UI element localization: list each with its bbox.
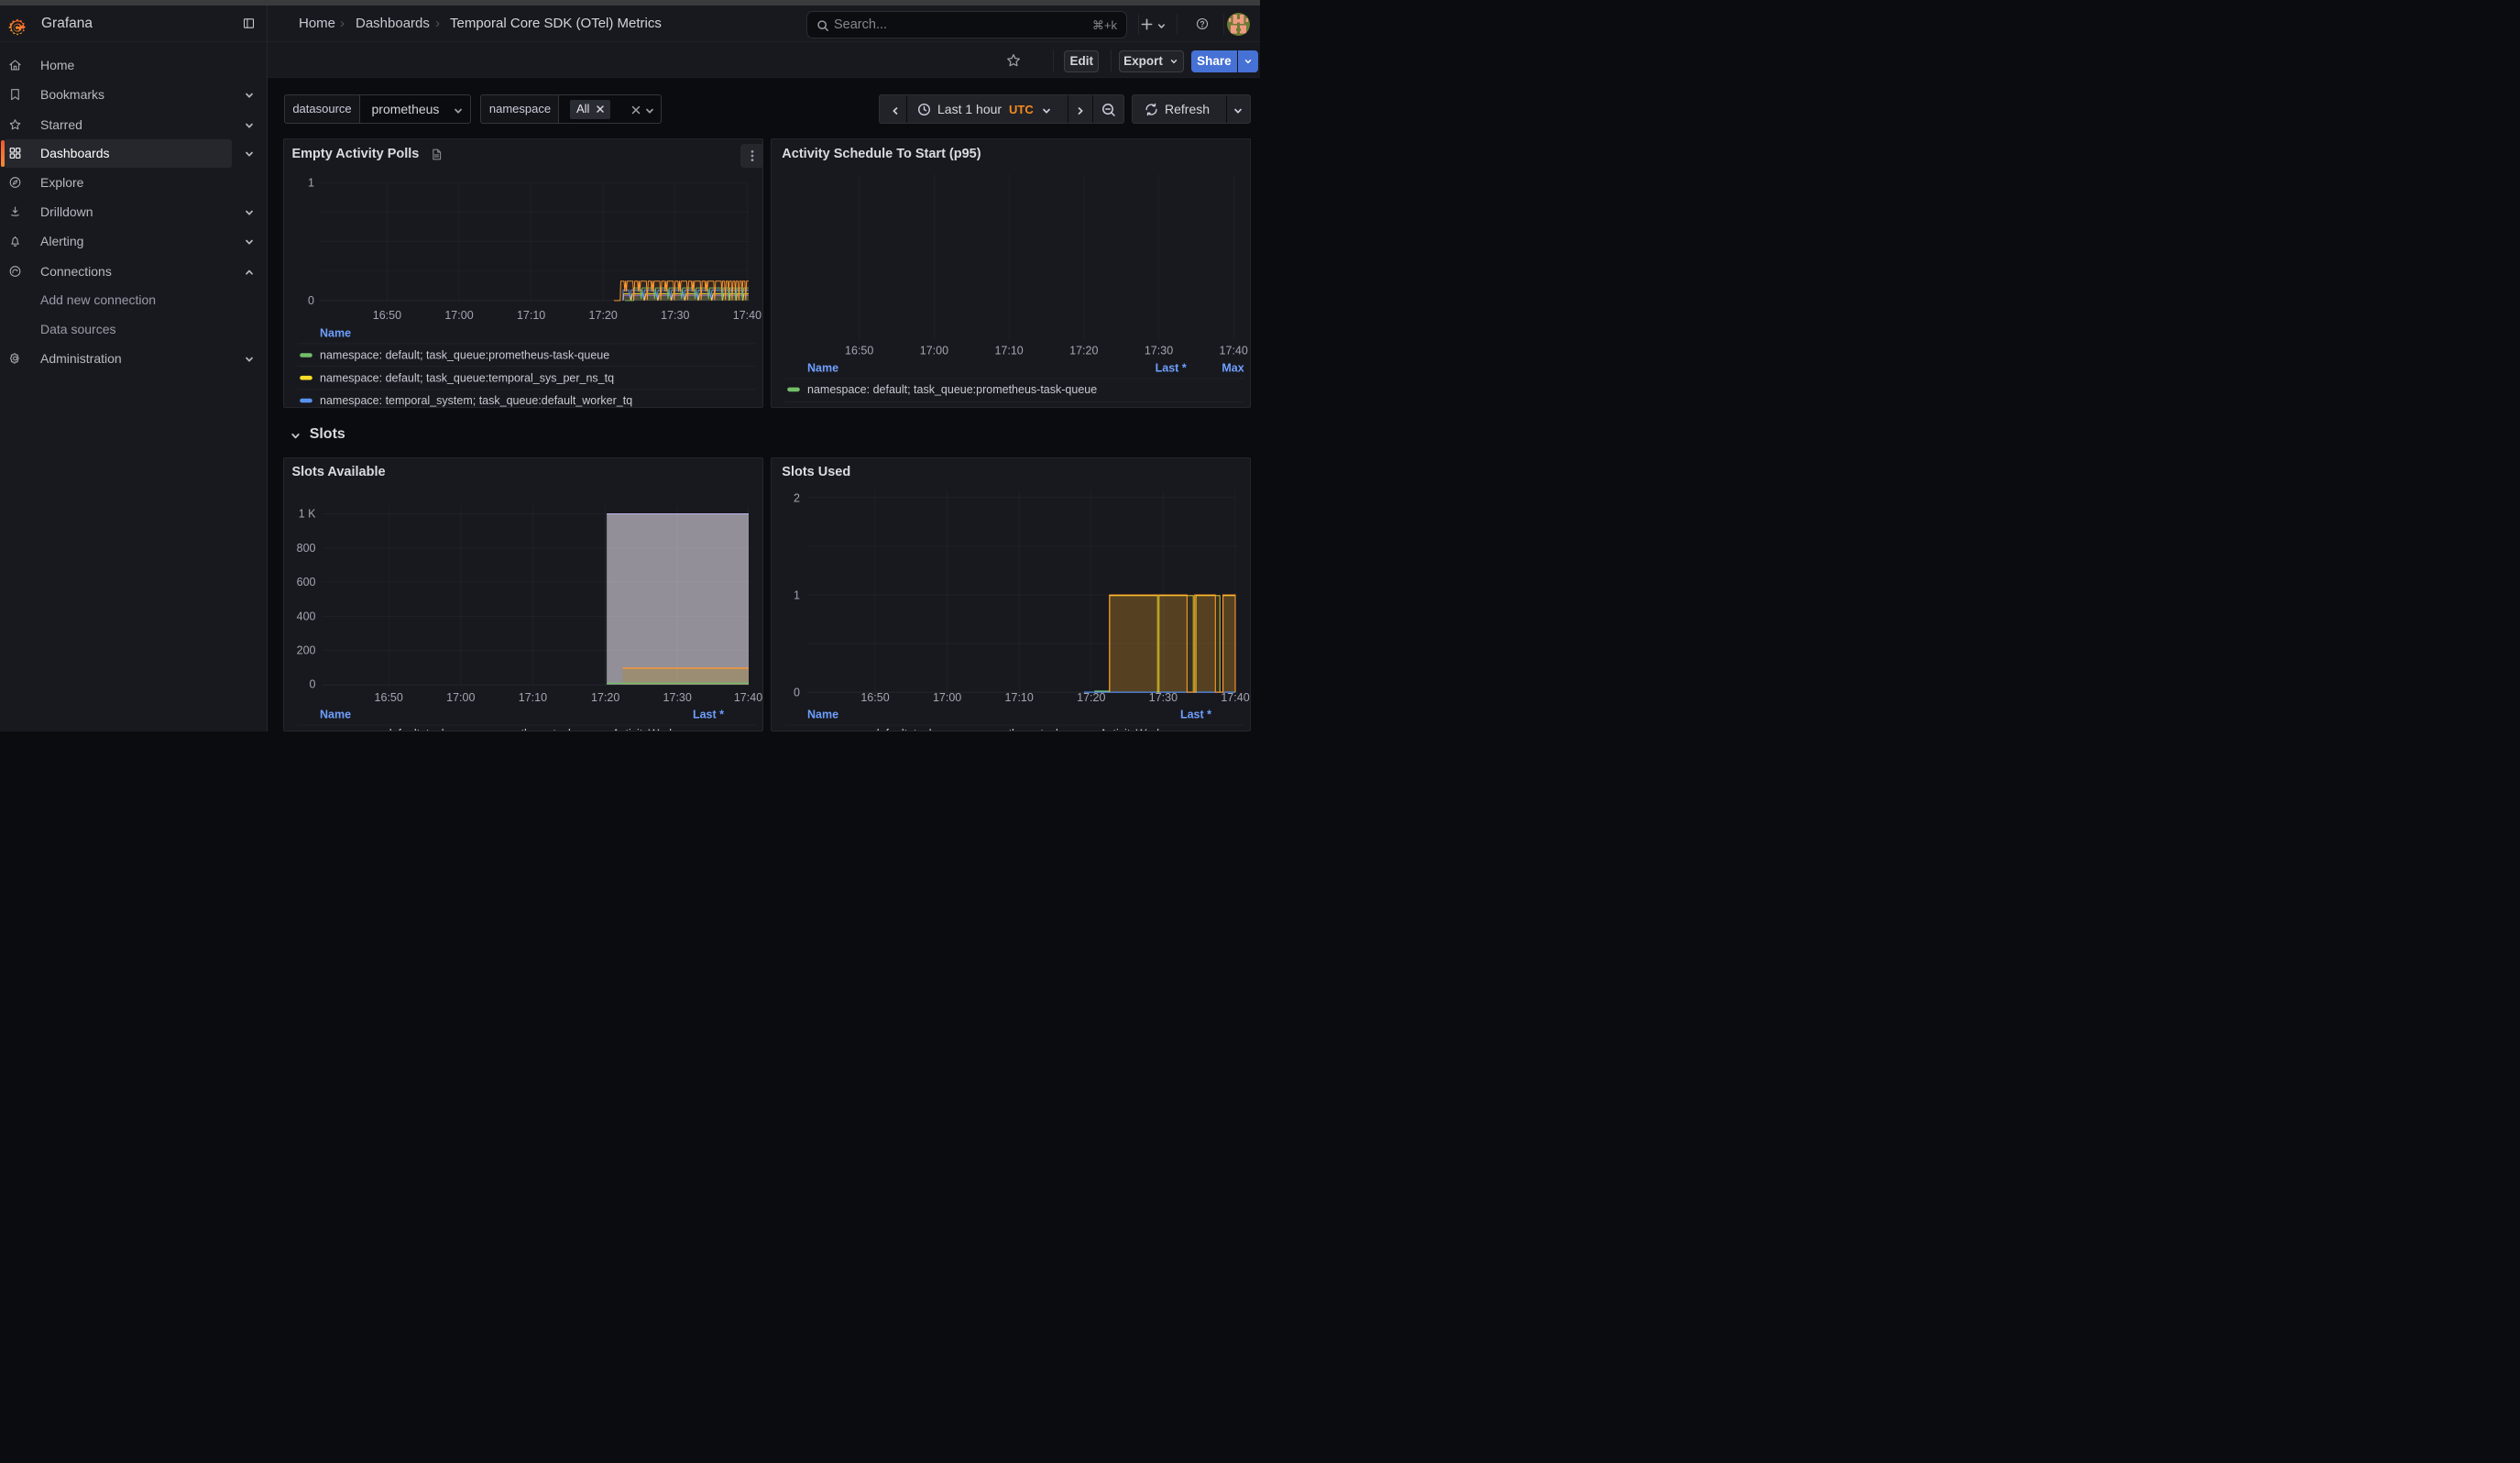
svg-text:17:00: 17:00 — [446, 691, 475, 704]
svg-text:200: 200 — [296, 644, 315, 656]
svg-text:17:20: 17:20 — [1077, 691, 1105, 704]
svg-text:17:10: 17:10 — [995, 345, 1024, 358]
svg-text:2: 2 — [794, 491, 800, 504]
svg-text:600: 600 — [296, 575, 315, 588]
svg-text:17:20: 17:20 — [588, 309, 617, 322]
svg-text:17:40: 17:40 — [1220, 345, 1248, 358]
svg-text:namespace: default; task_queue: namespace: default; task_queue:prometheu… — [320, 349, 609, 362]
svg-text:17:10: 17:10 — [517, 309, 545, 322]
svg-text:1: 1 — [794, 588, 800, 601]
svg-text:17:10: 17:10 — [1005, 691, 1034, 704]
svg-text:namespace: default; task_queue: namespace: default; task_queue:temporal_… — [320, 371, 614, 384]
svg-text:17:00: 17:00 — [444, 309, 473, 322]
svg-text:17:00: 17:00 — [920, 345, 948, 358]
svg-text:namespace: default; task_queue: namespace: default; task_queue:prometheu… — [807, 383, 1097, 396]
svg-text:namespace: default; task_queue: namespace: default; task_queue:prometheu… — [320, 727, 685, 732]
svg-text:Last *: Last * — [693, 708, 724, 720]
svg-text:0: 0 — [308, 294, 314, 307]
svg-text:17:30: 17:30 — [661, 309, 689, 322]
svg-text:Last *: Last * — [1180, 708, 1211, 720]
svg-text:0: 0 — [794, 686, 800, 698]
svg-text:800: 800 — [296, 541, 315, 554]
svg-text:17:30: 17:30 — [1145, 345, 1173, 358]
svg-text:17:30: 17:30 — [663, 691, 691, 704]
svg-text:17:40: 17:40 — [1222, 691, 1250, 704]
svg-text:0: 0 — [309, 677, 315, 690]
svg-text:17:10: 17:10 — [518, 691, 546, 704]
svg-text:Name: Name — [320, 327, 351, 340]
svg-text:Name: Name — [807, 708, 838, 720]
svg-text:Name: Name — [320, 708, 351, 720]
svg-text:17:30: 17:30 — [1149, 691, 1178, 704]
svg-text:16:50: 16:50 — [861, 691, 890, 704]
svg-text:16:50: 16:50 — [845, 345, 873, 358]
svg-text:Name: Name — [807, 362, 838, 375]
svg-text:namespace: default; task_queue: namespace: default; task_queue:prometheu… — [807, 727, 1173, 732]
svg-text:17:40: 17:40 — [732, 309, 761, 322]
svg-text:17:40: 17:40 — [733, 691, 761, 704]
svg-text:17:00: 17:00 — [933, 691, 961, 704]
svg-text:1 K: 1 K — [298, 507, 315, 520]
svg-text:17:20: 17:20 — [1069, 345, 1098, 358]
svg-text:17:20: 17:20 — [591, 691, 619, 704]
svg-text:16:50: 16:50 — [372, 309, 400, 322]
svg-text:namespace: temporal_system; ta: namespace: temporal_system; task_queue:d… — [320, 394, 632, 407]
svg-text:16:50: 16:50 — [374, 691, 402, 704]
svg-text:Max: Max — [1222, 362, 1244, 375]
svg-text:Last *: Last * — [1156, 362, 1187, 375]
svg-text:400: 400 — [296, 610, 315, 622]
svg-text:1: 1 — [308, 177, 314, 190]
